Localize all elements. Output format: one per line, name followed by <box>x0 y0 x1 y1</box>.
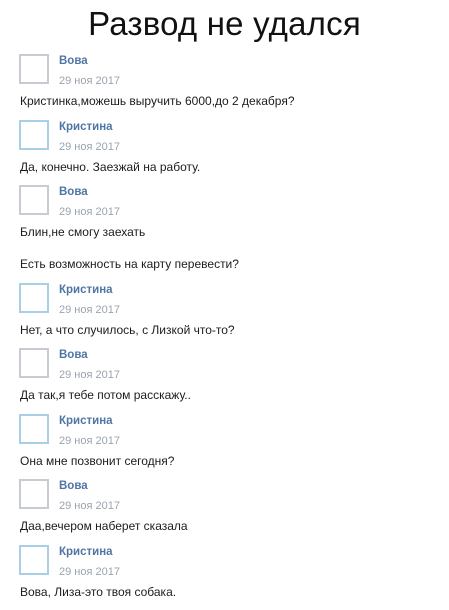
message-text: Кристинка,можешь выручить 6000,до 2 дека… <box>20 93 295 109</box>
message-text: Есть возможность на карту перевести? <box>20 256 239 272</box>
message-text: Нет, а что случилось, с Лизкой что-то? <box>20 322 235 338</box>
author-name[interactable]: Кристина <box>59 545 113 559</box>
avatar[interactable] <box>19 283 49 313</box>
author-name[interactable]: Вова <box>59 348 88 362</box>
author-name[interactable]: Кристина <box>59 120 113 134</box>
message-item: Вова 29 ноя 2017 Даа,вечером наберет ска… <box>19 479 439 545</box>
message-date[interactable]: 29 ноя 2017 <box>59 434 120 448</box>
message-text: Да, конечно. Заезжай на работу. <box>20 159 200 175</box>
message-date[interactable]: 29 ноя 2017 <box>59 565 120 579</box>
message-item: Вова 29 ноя 2017 Блин,не смогу заехать Е… <box>19 185 439 283</box>
message-item: Кристина 29 ноя 2017 Она мне позвонит се… <box>19 414 439 480</box>
avatar[interactable] <box>19 479 49 509</box>
author-name[interactable]: Вова <box>59 185 88 199</box>
message-text: Вова, Лиза-это твоя собака. <box>20 584 176 600</box>
message-date[interactable]: 29 ноя 2017 <box>59 140 120 154</box>
message-date[interactable]: 29 ноя 2017 <box>59 303 120 317</box>
message-text: Да так,я тебе потом расскажу.. <box>20 387 191 403</box>
avatar[interactable] <box>19 414 49 444</box>
message-text: Блин,не смогу заехать <box>20 224 145 240</box>
page-title: Развод не удался <box>0 4 449 44</box>
message-item: Вова 29 ноя 2017 Кристинка,можешь выручи… <box>19 54 439 120</box>
message-date[interactable]: 29 ноя 2017 <box>59 368 120 382</box>
author-name[interactable]: Кристина <box>59 283 113 297</box>
message-feed: Вова 29 ноя 2017 Кристинка,можешь выручи… <box>19 54 439 610</box>
author-name[interactable]: Кристина <box>59 414 113 428</box>
avatar[interactable] <box>19 545 49 575</box>
message-date[interactable]: 29 ноя 2017 <box>59 499 120 513</box>
avatar[interactable] <box>19 120 49 150</box>
message-item: Кристина 29 ноя 2017 Вова, Лиза-это твоя… <box>19 545 439 610</box>
message-text: Даа,вечером наберет сказала <box>20 518 188 534</box>
message-text: Она мне позвонит сегодня? <box>20 453 174 469</box>
author-name[interactable]: Вова <box>59 479 88 493</box>
message-date[interactable]: 29 ноя 2017 <box>59 74 120 88</box>
message-item: Вова 29 ноя 2017 Да так,я тебе потом рас… <box>19 348 439 414</box>
avatar[interactable] <box>19 348 49 378</box>
message-date[interactable]: 29 ноя 2017 <box>59 205 120 219</box>
author-name[interactable]: Вова <box>59 54 88 68</box>
avatar[interactable] <box>19 185 49 215</box>
message-item: Кристина 29 ноя 2017 Нет, а что случилос… <box>19 283 439 349</box>
avatar[interactable] <box>19 54 49 84</box>
message-item: Кристина 29 ноя 2017 Да, конечно. Заезжа… <box>19 120 439 186</box>
